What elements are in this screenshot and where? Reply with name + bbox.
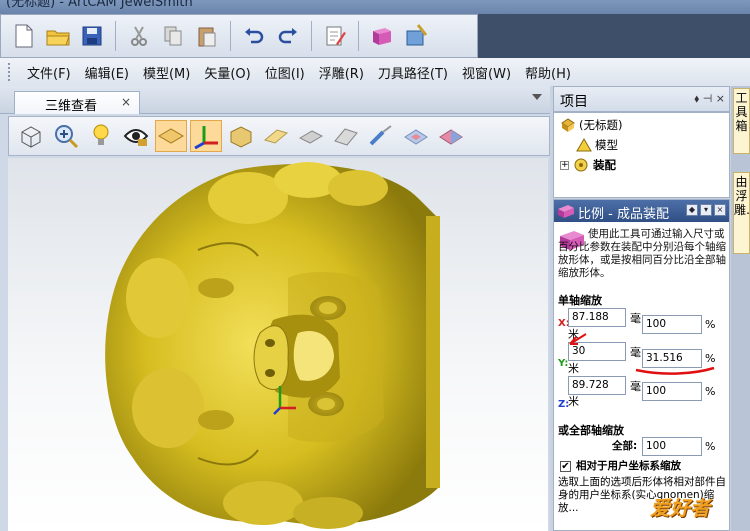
toolbar-separator xyxy=(358,21,359,51)
project-panel-header: 项目 ⬧ ⊣ × xyxy=(553,86,730,112)
project-icon xyxy=(561,118,575,132)
color-plane-2-icon[interactable] xyxy=(435,120,467,152)
edit-notes-icon[interactable] xyxy=(320,20,350,52)
relative-ucs-label: 相对于用户坐标系缩放 xyxy=(576,460,681,472)
menu-bitmap[interactable]: 位图(I) xyxy=(258,63,312,82)
side-tab-toolbox[interactable]: 工具箱 xyxy=(733,88,750,154)
tree-item-assembly-label: 装配 xyxy=(593,158,616,172)
project-tree: (无标题) 模型 + 装配 xyxy=(553,112,730,198)
view-toolbar xyxy=(8,116,550,156)
scale-assembly-panel: 比例 - 成品装配 ◆ ▾ × 使用此工具可通过输入尺寸或百分比参数在装配中分别… xyxy=(553,199,730,531)
tree-item-model[interactable]: 模型 xyxy=(576,137,618,153)
tab-list-dropdown-icon[interactable] xyxy=(532,94,542,100)
all-percent-input[interactable]: 100 xyxy=(642,437,702,456)
scale-panel-header: 比例 - 成品装配 ◆ ▾ × xyxy=(554,200,729,222)
pin-icon[interactable]: ◆ xyxy=(686,204,698,216)
scale-tool-icon xyxy=(558,205,574,218)
close-icon[interactable]: × xyxy=(714,204,726,216)
tab-3d-view-label: 三维查看 xyxy=(45,99,98,114)
book-icon[interactable] xyxy=(367,20,397,52)
relief-flat-icon[interactable] xyxy=(295,120,327,152)
menu-model[interactable]: 模型(M) xyxy=(136,63,197,82)
project-panel-title: 项目 xyxy=(560,94,588,110)
menu-bar: 文件(F) 编辑(E) 模型(M) 矢量(O) 位图(I) 浮雕(R) 刀具路径… xyxy=(0,58,750,86)
x-unit-label: 毫 xyxy=(630,312,641,325)
menu-vector[interactable]: 矢量(O) xyxy=(197,63,257,82)
view-tab-bar: 三维查看 × xyxy=(0,86,550,114)
tab-3d-view[interactable]: 三维查看 × xyxy=(14,91,140,114)
wizard-icon[interactable] xyxy=(401,20,431,52)
undo-icon[interactable] xyxy=(239,20,269,52)
relief-tilt-icon[interactable] xyxy=(330,120,362,152)
all-percent-sign: % xyxy=(705,440,716,453)
model-icon xyxy=(576,138,592,152)
3d-viewport[interactable] xyxy=(8,158,548,531)
project-panel-controls[interactable]: ⬧ ⊣ × xyxy=(694,92,725,106)
copy-icon[interactable] xyxy=(158,20,188,52)
document-area: 三维查看 × xyxy=(0,86,550,531)
toolbar-separator xyxy=(311,21,312,51)
menu-relief[interactable]: 浮雕(R) xyxy=(312,63,371,82)
menu-window[interactable]: 视窗(W) xyxy=(455,63,518,82)
all-label: 全部: xyxy=(612,440,638,452)
single-axis-title: 单轴缩放 xyxy=(558,294,602,307)
color-plane-icon[interactable] xyxy=(400,120,432,152)
side-panels: 项目 ⬧ ⊣ × (无标题) 模型 + 装配 比例 - 成品装配 ◆ ▾ × 使… xyxy=(550,86,750,531)
relative-ucs-checkbox[interactable]: ✔ xyxy=(560,461,571,472)
side-tab-relief[interactable]: 由浮雕… xyxy=(733,172,750,254)
main-toolbar xyxy=(0,14,478,58)
menu-toolpaths[interactable]: 刀具路径(T) xyxy=(371,63,455,82)
relief-box-icon[interactable] xyxy=(225,120,257,152)
assembly-icon xyxy=(574,158,588,172)
tree-item-model-label: 模型 xyxy=(595,138,618,152)
toolbar-separator xyxy=(230,21,231,51)
tree-expand-icon[interactable]: + xyxy=(560,160,569,170)
new-file-icon[interactable] xyxy=(9,20,39,52)
shaded-plane-icon[interactable] xyxy=(155,120,187,152)
menu-grip xyxy=(8,63,14,81)
tree-item-assembly[interactable]: + 装配 xyxy=(560,157,616,173)
window-title-bar: (无标题) - ArtCAM JewelSmith xyxy=(0,0,750,14)
open-folder-icon[interactable] xyxy=(43,20,73,52)
relief-slab-icon[interactable] xyxy=(260,120,292,152)
brush-icon[interactable] xyxy=(365,120,397,152)
menu-help[interactable]: 帮助(H) xyxy=(518,63,578,82)
z-unit-label-2: 米 xyxy=(568,395,579,408)
x-percent-sign: % xyxy=(705,318,716,331)
menu-edit[interactable]: 编辑(E) xyxy=(78,63,136,82)
paste-icon[interactable] xyxy=(192,20,222,52)
head-model-render xyxy=(105,162,440,529)
lightbulb-icon[interactable] xyxy=(85,120,117,152)
toolbar-separator xyxy=(115,21,116,51)
scale-panel-title: 比例 - 成品装配 xyxy=(578,207,669,222)
redo-icon[interactable] xyxy=(273,20,303,52)
scale-description: 使用此工具可通过输入尺寸或百分比参数在装配中分别沿每个轴缩放形体，或是按相同百分… xyxy=(558,228,726,279)
menu-file[interactable]: 文件(F) xyxy=(20,63,78,82)
window-title: (无标题) - ArtCAM JewelSmith xyxy=(6,0,193,10)
save-icon[interactable] xyxy=(77,20,107,52)
view-cube-icon[interactable] xyxy=(15,120,47,152)
axes-icon[interactable] xyxy=(190,120,222,152)
side-tab-strip: 工具箱 由浮雕… xyxy=(731,86,750,531)
tab-close-icon[interactable]: × xyxy=(121,95,131,109)
eye-icon[interactable] xyxy=(120,120,152,152)
tree-item-root-label: (无标题) xyxy=(579,118,623,132)
red-annotation-marks xyxy=(569,333,715,375)
tree-item-root[interactable]: (无标题) xyxy=(560,117,622,133)
minimize-icon[interactable]: ▾ xyxy=(700,204,712,216)
all-axis-title: 或全部轴缩放 xyxy=(558,424,624,437)
watermark-logo: 爱好者 xyxy=(650,496,710,520)
x-size-input[interactable]: 87.188 xyxy=(568,308,626,327)
zoom-icon[interactable] xyxy=(50,120,82,152)
cut-icon[interactable] xyxy=(124,20,154,52)
